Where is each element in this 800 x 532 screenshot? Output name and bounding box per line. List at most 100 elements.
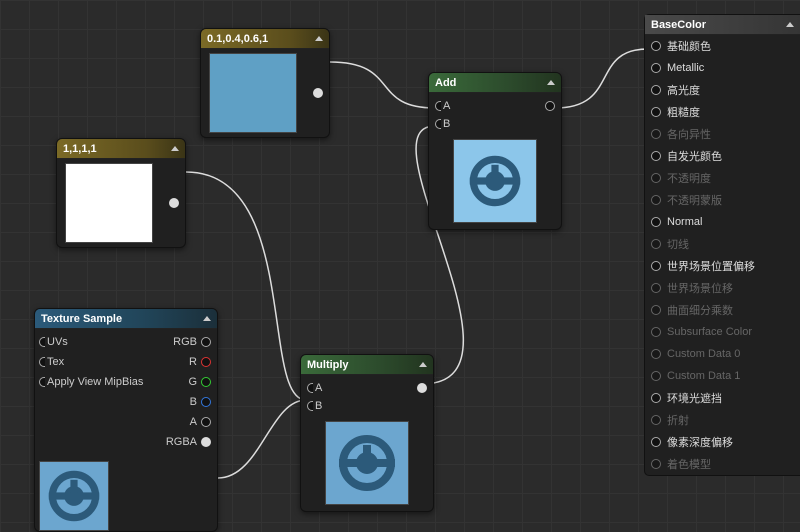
row-label: 着色模型	[667, 456, 711, 472]
material-input-row[interactable]: 高光度	[645, 79, 800, 101]
row-label: Normal	[667, 216, 702, 228]
row-label: Subsurface Color	[667, 326, 752, 338]
input-pin	[651, 459, 661, 469]
collapse-icon[interactable]	[203, 316, 211, 321]
panel-title: BaseColor	[651, 19, 706, 31]
material-input-row: 曲面细分乘数	[645, 299, 800, 321]
material-input-row[interactable]: 像素深度偏移	[645, 431, 800, 453]
row-label: 环境光遮挡	[667, 390, 722, 406]
node-header[interactable]: Multiply	[301, 355, 433, 375]
row-label: 不透明蒙版	[667, 192, 722, 208]
input-pin[interactable]	[651, 85, 661, 95]
input-pin[interactable]	[651, 41, 661, 51]
material-input-row: 不透明蒙版	[645, 189, 800, 211]
collapse-icon[interactable]	[419, 362, 427, 367]
node-header[interactable]: Add	[429, 73, 561, 93]
node-header[interactable]: 0.1,0.4,0.6,1	[201, 29, 329, 49]
row-label: 像素深度偏移	[667, 434, 733, 450]
node-title: Texture Sample	[41, 313, 122, 325]
pin-label: A	[190, 416, 197, 428]
collapse-icon[interactable]	[786, 22, 794, 27]
output-pin-rgb[interactable]	[201, 337, 211, 347]
input-pin	[651, 371, 661, 381]
output-pin-a[interactable]	[201, 417, 211, 427]
input-pin[interactable]	[651, 107, 661, 117]
node-title: 1,1,1,1	[63, 143, 97, 155]
node-header[interactable]: 1,1,1,1	[57, 139, 185, 159]
row-label: 曲面细分乘数	[667, 302, 733, 318]
collapse-icon[interactable]	[547, 80, 555, 85]
material-input-row[interactable]: 基础颜色	[645, 35, 800, 57]
input-pin	[651, 173, 661, 183]
input-pin	[651, 239, 661, 249]
input-pin[interactable]	[651, 63, 661, 73]
output-pin-g[interactable]	[201, 377, 211, 387]
pin-label: RGB	[173, 336, 197, 348]
pin-label: B	[443, 118, 450, 130]
output-pin[interactable]	[417, 383, 427, 393]
input-pin-a[interactable]	[435, 101, 441, 111]
row-label: 世界场景位置偏移	[667, 258, 755, 274]
color-preview	[65, 163, 153, 243]
material-input-row: 折射	[645, 409, 800, 431]
pin-label: Apply View MipBias	[47, 376, 143, 388]
collapse-icon[interactable]	[171, 146, 179, 151]
input-pin-b[interactable]	[435, 119, 441, 129]
output-pin-r[interactable]	[201, 357, 211, 367]
pin-label: RGBA	[166, 436, 197, 448]
output-pin-rgba[interactable]	[201, 437, 211, 447]
input-pin-a[interactable]	[307, 383, 313, 393]
output-pin-b[interactable]	[201, 397, 211, 407]
material-input-row[interactable]: 环境光遮挡	[645, 387, 800, 409]
result-preview	[325, 421, 409, 505]
input-pin[interactable]	[651, 261, 661, 271]
node-multiply[interactable]: Multiply A B	[300, 354, 434, 512]
input-pin[interactable]	[651, 217, 661, 227]
output-pin[interactable]	[169, 198, 179, 208]
row-label: 粗糙度	[667, 104, 700, 120]
node-title: Multiply	[307, 359, 349, 371]
material-input-row: 着色模型	[645, 453, 800, 475]
input-pin-b[interactable]	[307, 401, 313, 411]
input-pin-mip[interactable]	[39, 377, 45, 387]
node-title: 0.1,0.4,0.6,1	[207, 33, 268, 45]
row-label: 切线	[667, 236, 689, 252]
pin-label: A	[315, 382, 322, 394]
pin-label: B	[315, 400, 322, 412]
material-output-panel[interactable]: BaseColor 基础颜色Metallic高光度粗糙度各向异性自发光颜色不透明…	[644, 14, 800, 476]
input-pin[interactable]	[651, 437, 661, 447]
input-pin	[651, 305, 661, 315]
pin-label: G	[188, 376, 197, 388]
row-label: 折射	[667, 412, 689, 428]
material-input-row[interactable]: 粗糙度	[645, 101, 800, 123]
material-input-row[interactable]: 世界场景位置偏移	[645, 255, 800, 277]
material-input-row[interactable]: Metallic	[645, 57, 800, 79]
input-pin-tex[interactable]	[39, 357, 45, 367]
material-input-row: Subsurface Color	[645, 321, 800, 343]
input-pin[interactable]	[651, 393, 661, 403]
row-label: 世界场景位移	[667, 280, 733, 296]
material-input-row[interactable]: 自发光颜色	[645, 145, 800, 167]
collapse-icon[interactable]	[315, 36, 323, 41]
node-add[interactable]: Add A B	[428, 72, 562, 230]
result-preview	[453, 139, 537, 223]
material-input-row[interactable]: Normal	[645, 211, 800, 233]
node-texture-sample[interactable]: Texture Sample UVs RGB Tex R Apply View …	[34, 308, 218, 532]
input-pin	[651, 283, 661, 293]
material-input-row: 世界场景位移	[645, 277, 800, 299]
input-pin	[651, 195, 661, 205]
pin-label: A	[443, 100, 450, 112]
row-label: 自发光颜色	[667, 148, 722, 164]
material-input-row: 切线	[645, 233, 800, 255]
node-header[interactable]: Texture Sample	[35, 309, 217, 329]
input-pin[interactable]	[651, 151, 661, 161]
node-title: Add	[435, 77, 456, 89]
output-pin[interactable]	[545, 101, 555, 111]
input-pin-uvs[interactable]	[39, 337, 45, 347]
node-constant-color[interactable]: 0.1,0.4,0.6,1	[200, 28, 330, 138]
panel-header[interactable]: BaseColor	[645, 15, 800, 35]
output-pin[interactable]	[313, 88, 323, 98]
node-constant-1111[interactable]: 1,1,1,1	[56, 138, 186, 248]
pin-label: Tex	[47, 356, 64, 368]
row-label: 高光度	[667, 82, 700, 98]
